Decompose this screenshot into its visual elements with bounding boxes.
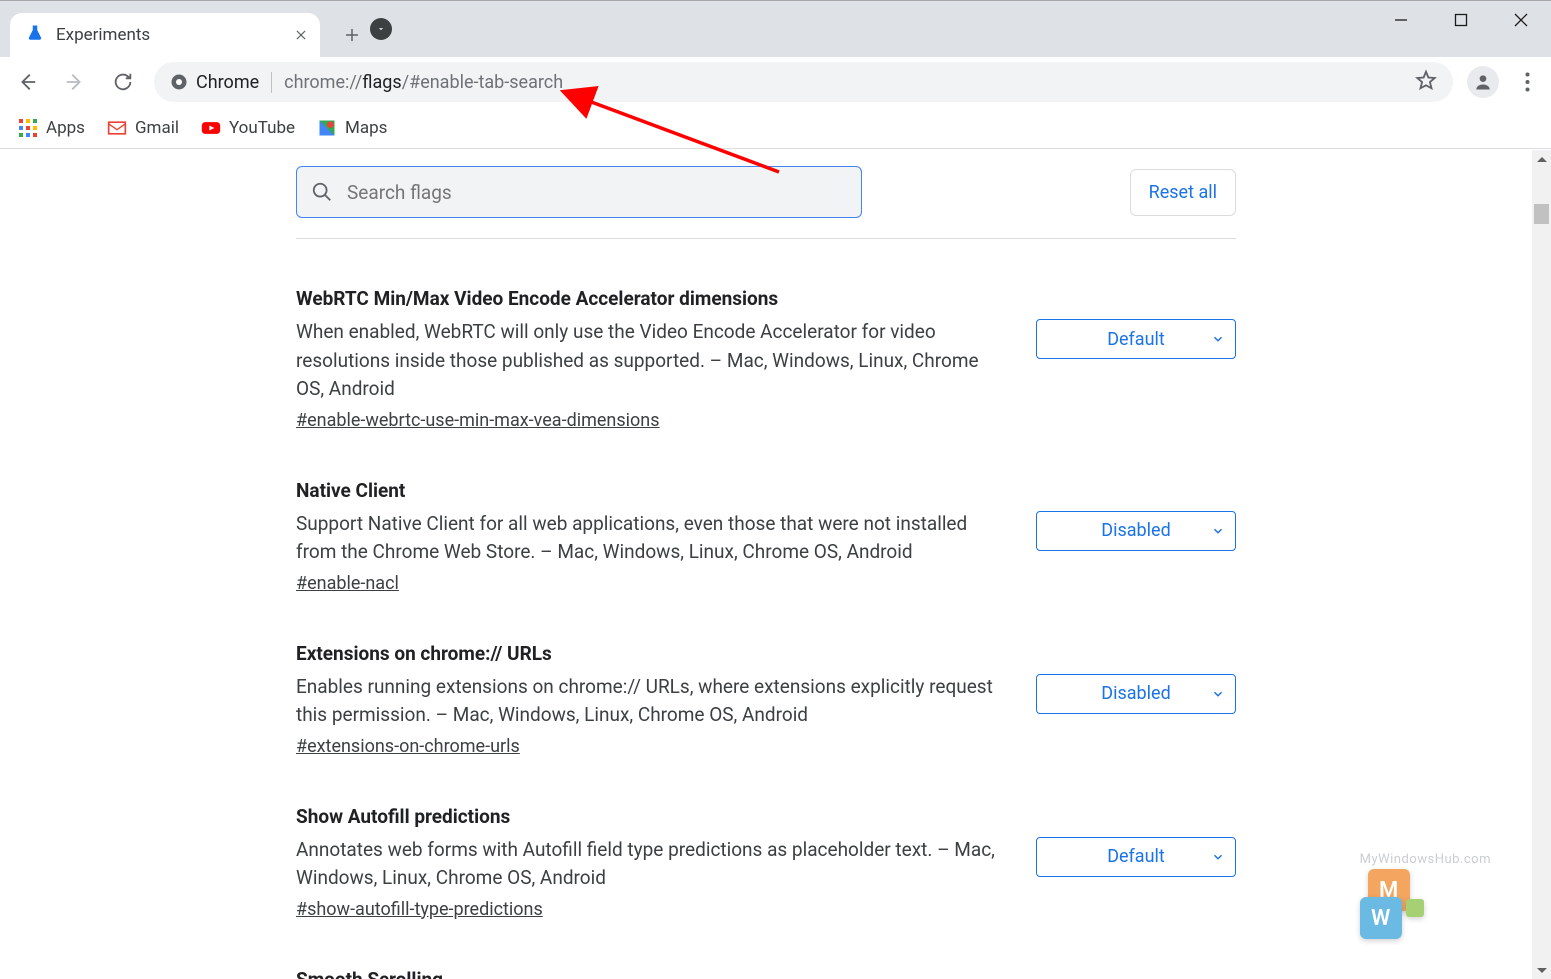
- bookmarks-bar: Apps Gmail YouTube Maps: [0, 107, 1551, 149]
- tab-title: Experiments: [56, 25, 280, 45]
- bookmark-star-icon[interactable]: [1415, 69, 1437, 95]
- flag-state-value: Default: [1107, 846, 1165, 867]
- address-bar[interactable]: Chrome chrome://flags/#enable-tab-search: [154, 62, 1453, 102]
- flag-state-value: Disabled: [1101, 683, 1170, 704]
- window-maximize-button[interactable]: [1431, 1, 1491, 39]
- new-tab-button[interactable]: [334, 17, 370, 53]
- forward-button[interactable]: [58, 65, 92, 99]
- flag-description: Support Native Client for all web applic…: [296, 510, 1006, 567]
- omnibox-chip: Chrome: [170, 72, 272, 93]
- flag-state-select[interactable]: Disabled: [1036, 511, 1236, 551]
- flag-state-value: Default: [1107, 329, 1165, 350]
- flag-hash-link[interactable]: #enable-nacl: [296, 573, 399, 594]
- youtube-bookmark[interactable]: YouTube: [201, 118, 295, 138]
- flag-item: Native Client Support Native Client for a…: [296, 455, 1236, 618]
- youtube-icon: [201, 118, 221, 138]
- scroll-up-arrow[interactable]: [1532, 150, 1551, 169]
- scroll-thumb[interactable]: [1534, 204, 1549, 224]
- flag-description: Annotates web forms with Autofill field …: [296, 836, 1006, 893]
- search-icon: [311, 181, 333, 203]
- vertical-scrollbar[interactable]: [1532, 150, 1551, 979]
- flag-state-select[interactable]: Default: [1036, 837, 1236, 877]
- menu-button[interactable]: [1513, 68, 1541, 96]
- profile-avatar[interactable]: [1467, 66, 1499, 98]
- flag-item: Extensions on chrome:// URLs Enables runn…: [296, 618, 1236, 781]
- apps-icon: [18, 118, 38, 138]
- maps-icon: [317, 118, 337, 138]
- chevron-down-icon: [1211, 687, 1225, 701]
- flag-item: WebRTC Min/Max Video Encode Accelerator …: [296, 263, 1236, 455]
- chevron-down-icon: [1211, 332, 1225, 346]
- flag-item: Show Autofill predictions Annotates web f…: [296, 781, 1236, 944]
- flask-icon: [26, 24, 44, 46]
- chrome-icon: [170, 73, 188, 91]
- flag-state-select[interactable]: Disabled: [1036, 674, 1236, 714]
- flag-description: When enabled, WebRTC will only use the V…: [296, 318, 1006, 404]
- scroll-down-arrow[interactable]: [1532, 960, 1551, 979]
- flag-title: Show Autofill predictions: [296, 805, 1006, 828]
- flag-hash-link[interactable]: #enable-webrtc-use-min-max-vea-dimension…: [296, 410, 660, 431]
- window-close-button[interactable]: [1491, 1, 1551, 39]
- search-flags-box[interactable]: [296, 166, 862, 218]
- gmail-icon: [107, 118, 127, 138]
- search-flags-input[interactable]: [345, 180, 847, 205]
- chevron-down-icon: [1211, 524, 1225, 538]
- account-indicator-icon[interactable]: [370, 18, 392, 40]
- flag-hash-link[interactable]: #show-autofill-type-predictions: [296, 899, 543, 920]
- flag-item: Smooth Scrolling: [296, 944, 1236, 979]
- omnibox-url: chrome://flags/#enable-tab-search: [284, 72, 563, 93]
- omnibox-chip-label: Chrome: [196, 72, 259, 93]
- flag-hash-link[interactable]: #extensions-on-chrome-urls: [296, 736, 520, 757]
- flag-state-value: Disabled: [1101, 520, 1170, 541]
- reset-all-button[interactable]: Reset all: [1130, 169, 1236, 216]
- maps-bookmark[interactable]: Maps: [317, 118, 387, 138]
- back-button[interactable]: [10, 65, 44, 99]
- flag-list: WebRTC Min/Max Video Encode Accelerator …: [296, 249, 1236, 979]
- window-minimize-button[interactable]: [1371, 1, 1431, 39]
- reload-button[interactable]: [106, 65, 140, 99]
- apps-shortcut[interactable]: Apps: [18, 118, 85, 138]
- page-content: Reset all WebRTC Min/Max Video Encode Ac…: [0, 150, 1532, 979]
- browser-tab[interactable]: Experiments: [10, 13, 320, 57]
- gmail-bookmark[interactable]: Gmail: [107, 118, 179, 138]
- chevron-down-icon: [1211, 850, 1225, 864]
- titlebar: Experiments: [0, 0, 1551, 57]
- flag-state-select[interactable]: Default: [1036, 319, 1236, 359]
- toolbar: Chrome chrome://flags/#enable-tab-search: [0, 57, 1551, 107]
- window-controls: [1371, 1, 1551, 57]
- flag-description: Enables running extensions on chrome:// …: [296, 673, 1006, 730]
- flag-title: Smooth Scrolling: [296, 968, 1236, 979]
- flags-header: Reset all: [296, 150, 1236, 239]
- flag-title: Extensions on chrome:// URLs: [296, 642, 1006, 665]
- flag-title: Native Client: [296, 479, 1006, 502]
- close-tab-icon[interactable]: [292, 26, 310, 44]
- flag-title: WebRTC Min/Max Video Encode Accelerator …: [296, 287, 1006, 310]
